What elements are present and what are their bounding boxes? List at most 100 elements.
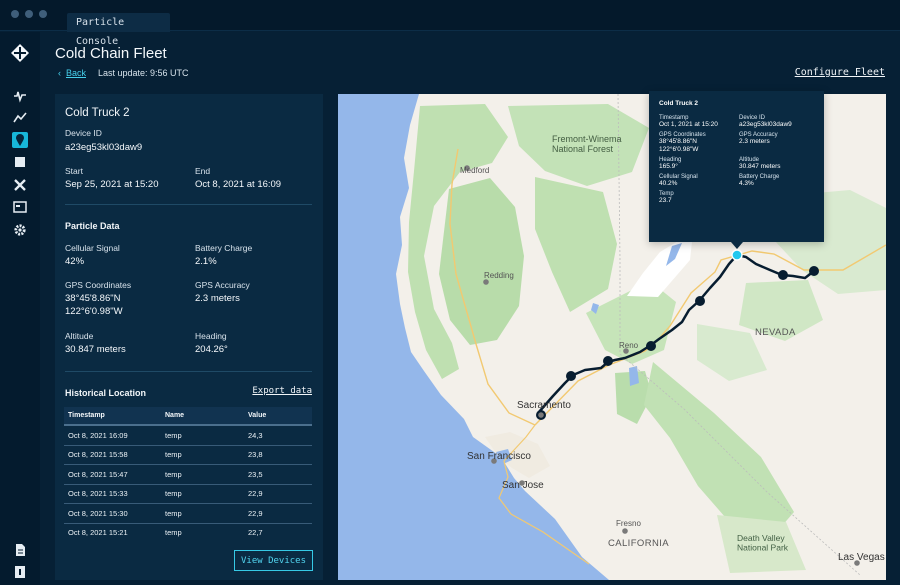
- sparkline-icon[interactable]: [12, 88, 28, 104]
- map-popup[interactable]: Cold Truck 2 Timestamp Oct 1, 2021 at 15:…: [649, 91, 824, 249]
- map-label: Medford: [460, 166, 489, 175]
- map-label: Fremont-Winema National Forest: [552, 134, 622, 154]
- popup-value: Oct 1, 2021 at 15:20: [659, 121, 718, 128]
- route-marker[interactable]: [566, 371, 576, 381]
- view-devices-button[interactable]: View Devices: [234, 550, 313, 571]
- cell-name: temp: [165, 430, 182, 440]
- altitude-value: 30.847 meters: [65, 344, 126, 355]
- back-link[interactable]: ‹ Back: [58, 68, 86, 78]
- popup-value: 2.3 meters: [739, 138, 770, 145]
- info-icon[interactable]: [12, 564, 28, 580]
- device-name: Cold Truck 2: [65, 107, 130, 119]
- start-label: Start: [65, 166, 83, 176]
- history-table: Timestamp Name Value Oct 8, 2021 16:09 te…: [64, 407, 312, 538]
- active-route-marker[interactable]: [731, 249, 743, 261]
- document-icon[interactable]: [12, 542, 28, 558]
- route-marker[interactable]: [778, 270, 788, 280]
- route-marker[interactable]: [809, 266, 819, 276]
- particle-logo[interactable]: [10, 43, 30, 63]
- table-header: Timestamp Name Value: [64, 407, 312, 426]
- cell-name: temp: [165, 508, 182, 518]
- popup-field: Heading 165.9°: [659, 157, 739, 171]
- cell-name: temp: [165, 469, 182, 479]
- end-label: End: [195, 166, 211, 176]
- map-label: Sacramento: [517, 400, 571, 411]
- column-header-timestamp[interactable]: Timestamp: [64, 412, 165, 419]
- map-label: San Jose: [502, 480, 544, 491]
- accuracy-value: 2.3 meters: [195, 293, 240, 304]
- route-marker[interactable]: [695, 296, 705, 306]
- table-row[interactable]: Oct 8, 2021 15:30 temp 22,9: [64, 504, 312, 524]
- table-row[interactable]: Oct 8, 2021 15:33 temp 22,9: [64, 485, 312, 504]
- cell-value: 22,9: [248, 489, 263, 499]
- popup-value: 165.9°: [659, 163, 678, 170]
- window-control-minimize[interactable]: [25, 10, 33, 18]
- device-id-value: a23eg53kl03daw9: [65, 142, 143, 153]
- cell-value: 23,5: [248, 469, 263, 479]
- end-value: Oct 8, 2021 at 16:09: [195, 179, 282, 190]
- browser-tab[interactable]: Particle Console: [67, 13, 170, 47]
- map-pin-icon[interactable]: [12, 132, 28, 148]
- cell-value: 22,7: [248, 528, 263, 538]
- window-control-close[interactable]: [11, 10, 19, 18]
- route-marker[interactable]: [603, 356, 613, 366]
- accuracy-label: GPS Accuracy: [195, 280, 250, 290]
- map-label: Redding: [484, 271, 514, 280]
- popup-title: Cold Truck 2: [659, 100, 699, 107]
- heading-label: Heading: [195, 331, 227, 341]
- cell-value: 22,9: [248, 508, 263, 518]
- popup-value: 40.2%: [659, 180, 678, 187]
- square-icon[interactable]: [12, 154, 28, 170]
- column-header-name[interactable]: Name: [165, 412, 248, 419]
- battery-label: Battery Charge: [195, 243, 253, 253]
- window-control-zoom[interactable]: [39, 10, 47, 18]
- cell-timestamp: Oct 8, 2021 15:21: [68, 528, 128, 538]
- configure-fleet-link[interactable]: Configure Fleet: [795, 67, 885, 78]
- heading-value: 204.26°: [195, 344, 228, 355]
- gps-label: GPS Coordinates: [65, 280, 132, 290]
- table-row[interactable]: Oct 8, 2021 16:09 temp 24,3: [64, 426, 312, 446]
- cell-value: 24,3: [248, 430, 263, 440]
- device-details-panel: Cold Truck 2 Device ID a23eg53kl03daw9 S…: [55, 94, 323, 580]
- route-marker[interactable]: [646, 341, 656, 351]
- cell-timestamp: Oct 8, 2021 16:09: [68, 430, 128, 440]
- map-label: Death Valley National Park: [737, 533, 789, 552]
- city-dot: [538, 412, 544, 418]
- popup-field: GPS Coordinates 38°45'8.86"N 122°6'0.98"W: [659, 132, 739, 154]
- table-row[interactable]: Oct 8, 2021 15:47 temp 23,5: [64, 465, 312, 485]
- pulse-icon[interactable]: [12, 110, 28, 126]
- page-title: Cold Chain Fleet: [55, 45, 167, 62]
- device-id-label: Device ID: [65, 128, 102, 138]
- cell-name: temp: [165, 450, 182, 460]
- popup-field: Temp 23.7: [659, 191, 739, 205]
- last-update: Last update: 9:56 UTC: [98, 68, 189, 78]
- popup-value: a23eg53kl03daw9: [739, 121, 792, 128]
- back-label: Back: [66, 68, 87, 78]
- popup-field: Timestamp Oct 1, 2021 at 15:20: [659, 115, 739, 129]
- cellular-value: 42%: [65, 256, 85, 267]
- cell-timestamp: Oct 8, 2021 15:33: [68, 489, 128, 499]
- altitude-label: Altitude: [65, 331, 94, 341]
- export-data-link[interactable]: Export data: [252, 386, 312, 396]
- popup-value: 23.7: [659, 197, 672, 204]
- cell-name: temp: [165, 489, 182, 499]
- popup-value: 4.3%: [739, 180, 754, 187]
- cell-name: temp: [165, 528, 182, 538]
- terminal-icon[interactable]: [12, 199, 28, 215]
- cell-timestamp: Oct 8, 2021 15:58: [68, 450, 128, 460]
- cell-value: 23,8: [248, 450, 263, 460]
- popup-field: GPS Accuracy 2.3 meters: [739, 132, 819, 154]
- cellular-label: Cellular Signal: [65, 243, 120, 253]
- column-header-value[interactable]: Value: [248, 412, 312, 419]
- popup-value: 30.847 meters: [739, 163, 781, 170]
- map-label: CALIFORNIA: [608, 538, 669, 549]
- cell-timestamp: Oct 8, 2021 15:47: [68, 469, 128, 479]
- tools-icon[interactable]: [12, 177, 28, 193]
- city-dot: [483, 279, 489, 285]
- table-row[interactable]: Oct 8, 2021 15:58 temp 23,8: [64, 446, 312, 465]
- table-row[interactable]: Oct 8, 2021 15:21 temp 22,7: [64, 524, 312, 539]
- start-value: Sep 25, 2021 at 15:20: [65, 179, 159, 190]
- settings-icon[interactable]: [12, 222, 28, 238]
- navigation-rail: [0, 32, 40, 585]
- popup-field: Battery Charge 4.3%: [739, 174, 819, 188]
